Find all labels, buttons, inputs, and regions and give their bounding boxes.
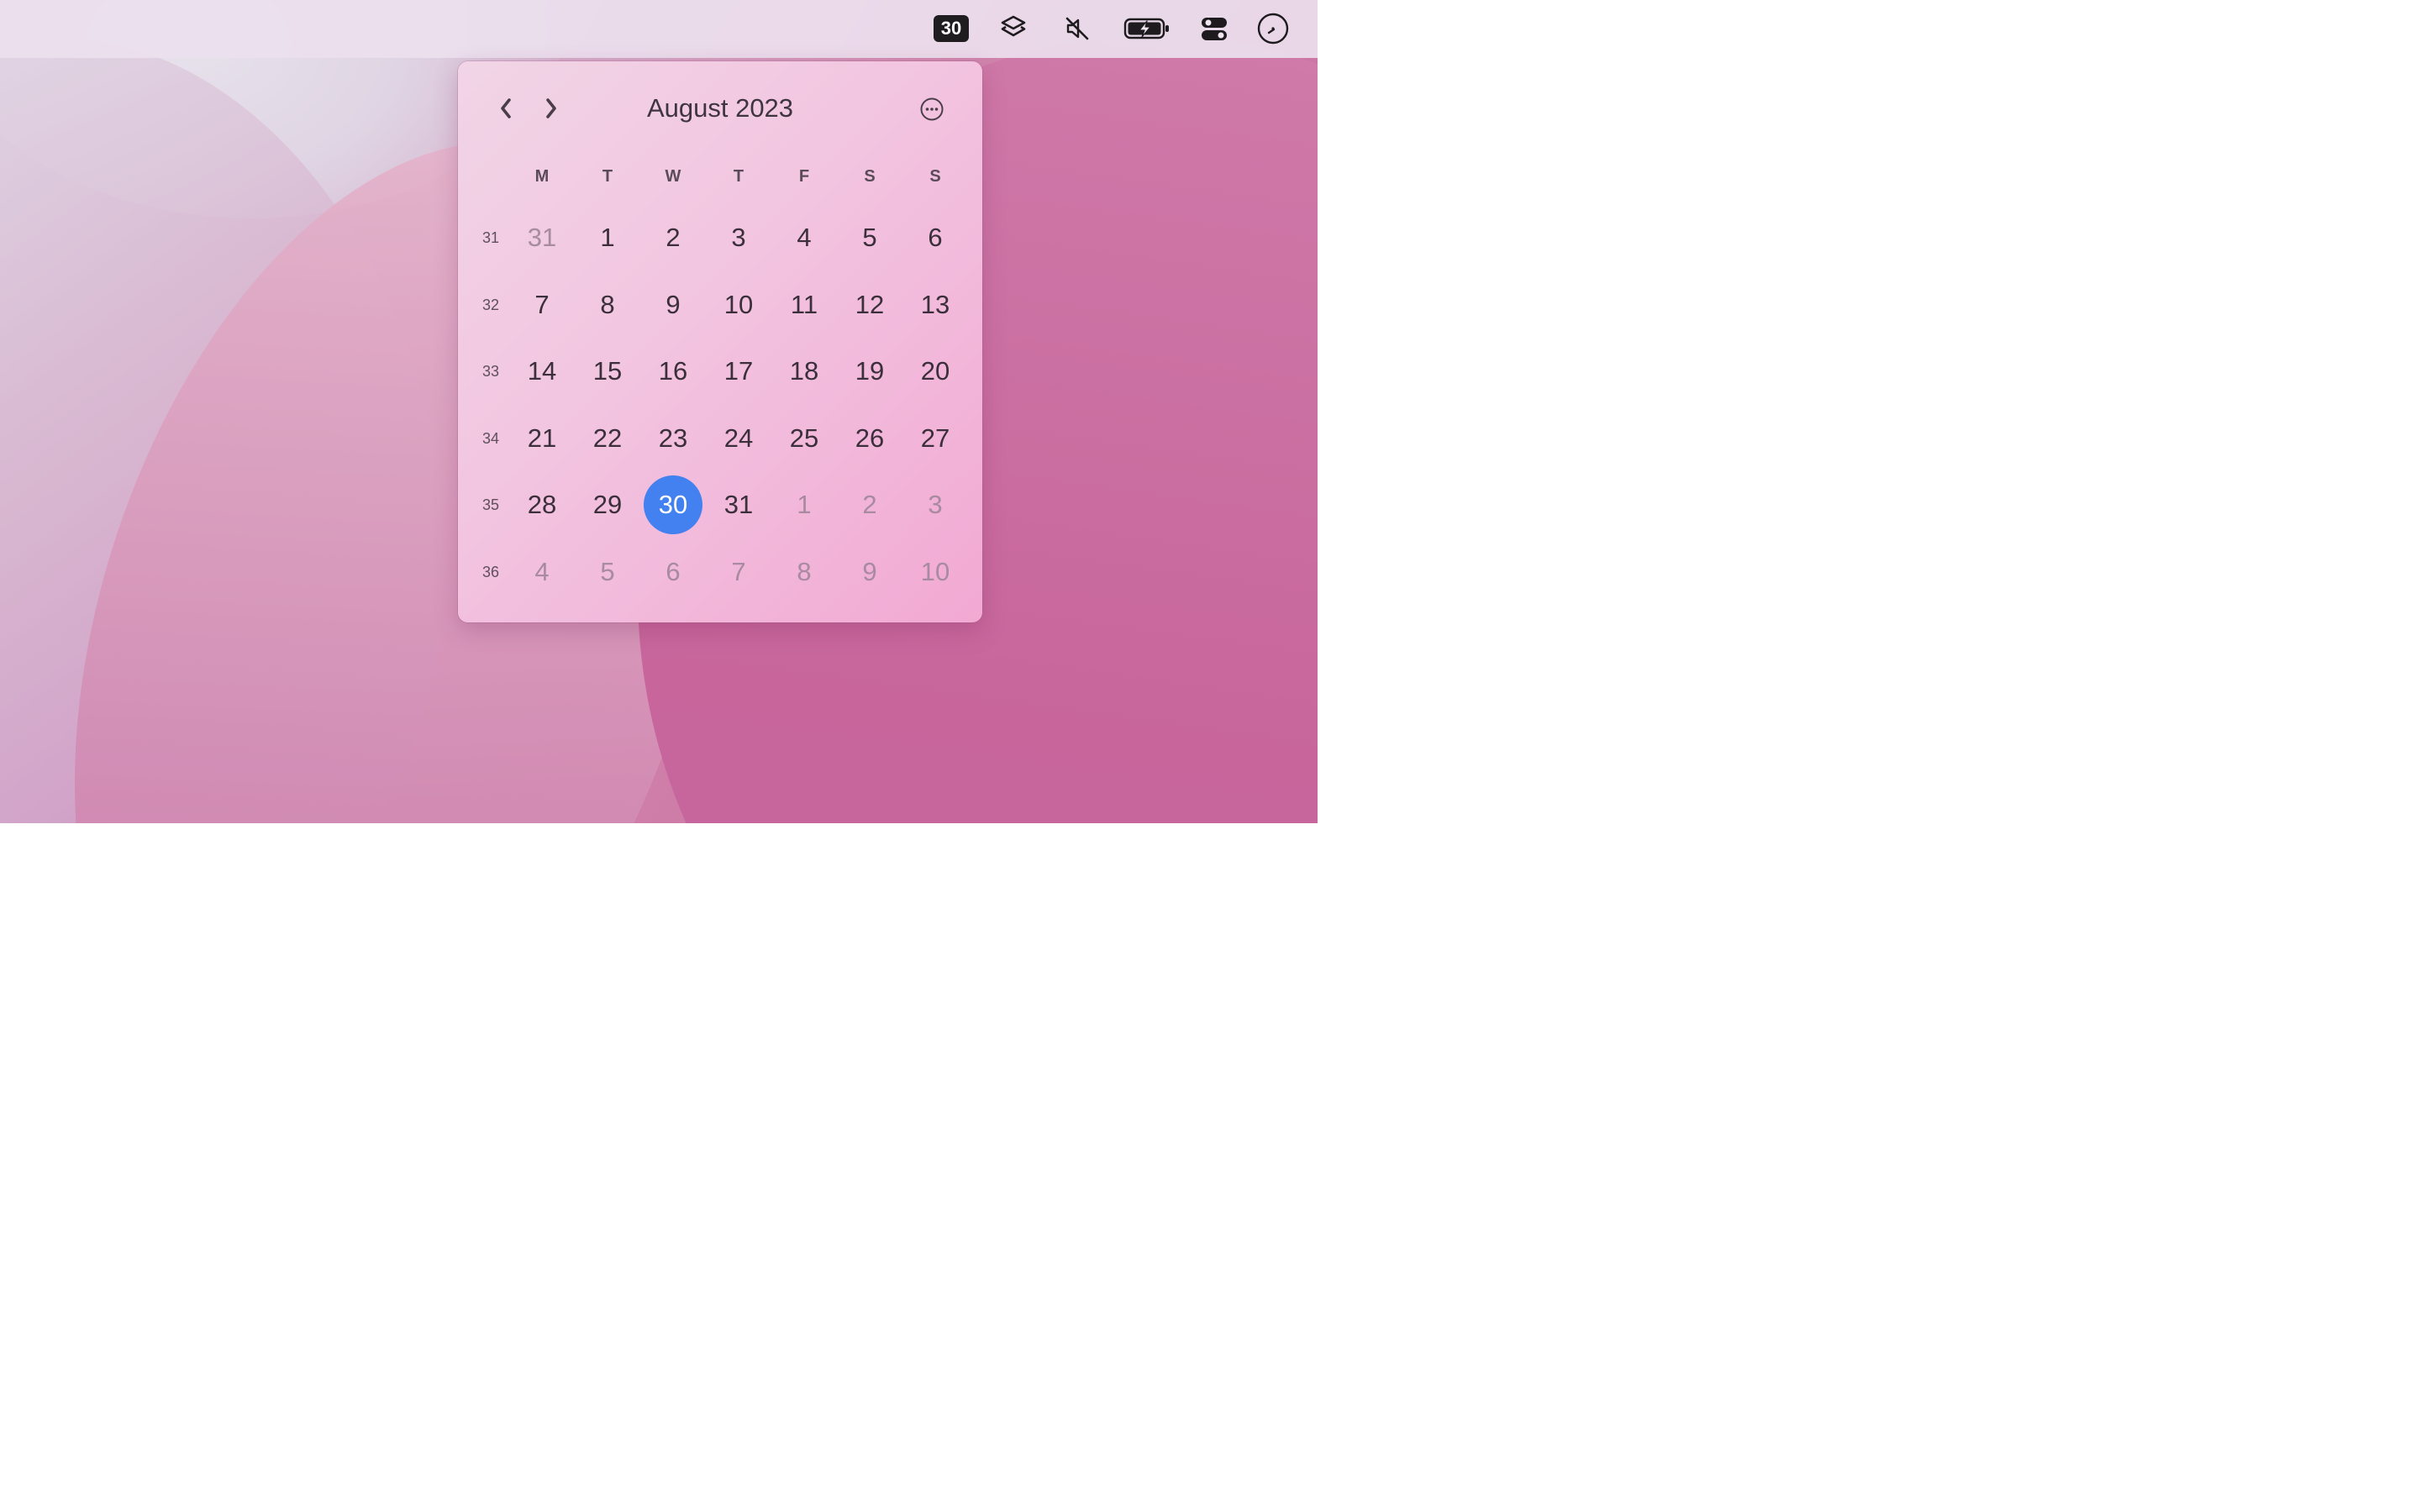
day-cell[interactable]: 26 bbox=[840, 409, 899, 468]
chevron-left-icon bbox=[501, 98, 511, 118]
month-title: August 2023 bbox=[646, 93, 794, 123]
ellipsis-circle-icon bbox=[920, 97, 944, 121]
weekday-label: M bbox=[534, 167, 550, 186]
day-cell[interactable]: 7 bbox=[709, 543, 768, 601]
day-cell[interactable]: 28 bbox=[513, 475, 571, 534]
calendar-popover: August 2023 MTWTFSS 31 31 1 2 3 4 5 6 32 7 8 9 10 11 1… bbox=[458, 61, 982, 622]
day-cell[interactable]: 9 bbox=[644, 276, 702, 334]
day-cell[interactable]: 16 bbox=[644, 342, 702, 401]
day-cell[interactable]: 1 bbox=[578, 208, 637, 267]
day-cell[interactable]: 1 bbox=[775, 475, 834, 534]
day-cell-today[interactable]: 30 bbox=[644, 475, 702, 534]
day-cell[interactable]: 5 bbox=[840, 208, 899, 267]
day-cell[interactable]: 4 bbox=[775, 208, 834, 267]
weekday-label: S bbox=[864, 167, 876, 186]
next-month-button[interactable] bbox=[536, 92, 566, 125]
previous-month-button[interactable] bbox=[491, 92, 521, 125]
day-cell[interactable]: 2 bbox=[840, 475, 899, 534]
layers-icon[interactable] bbox=[997, 12, 1030, 45]
weekday-label: S bbox=[929, 167, 941, 186]
day-cell[interactable]: 13 bbox=[906, 276, 965, 334]
day-cell[interactable]: 10 bbox=[709, 276, 768, 334]
day-cell[interactable]: 21 bbox=[513, 409, 571, 468]
day-cell[interactable]: 11 bbox=[775, 276, 834, 334]
day-cell[interactable]: 8 bbox=[578, 276, 637, 334]
day-cell[interactable]: 27 bbox=[906, 409, 965, 468]
battery-charging-icon[interactable] bbox=[1123, 12, 1171, 45]
mute-icon[interactable] bbox=[1060, 12, 1094, 45]
week-number: 31 bbox=[481, 229, 500, 246]
menu-bar: 30 bbox=[0, 0, 1318, 58]
day-cell[interactable]: 31 bbox=[709, 475, 768, 534]
day-cell[interactable]: 17 bbox=[709, 342, 768, 401]
week-number: 36 bbox=[481, 564, 500, 580]
day-cell[interactable]: 15 bbox=[578, 342, 637, 401]
day-cell[interactable]: 19 bbox=[840, 342, 899, 401]
day-cell[interactable]: 31 bbox=[513, 208, 571, 267]
day-cell[interactable]: 29 bbox=[578, 475, 637, 534]
day-cell[interactable]: 20 bbox=[906, 342, 965, 401]
day-cell[interactable]: 12 bbox=[840, 276, 899, 334]
more-options-button[interactable] bbox=[918, 95, 946, 123]
week-number: 33 bbox=[481, 363, 500, 380]
week-number: 32 bbox=[481, 297, 500, 313]
day-cell[interactable]: 6 bbox=[644, 543, 702, 601]
day-cell[interactable]: 3 bbox=[906, 475, 965, 534]
day-cell[interactable]: 9 bbox=[840, 543, 899, 601]
day-cell[interactable]: 4 bbox=[513, 543, 571, 601]
day-cell[interactable]: 23 bbox=[644, 409, 702, 468]
clock-icon[interactable] bbox=[1255, 12, 1291, 45]
weekday-label: F bbox=[798, 167, 810, 186]
control-center-icon[interactable] bbox=[1198, 12, 1230, 45]
day-cell[interactable]: 25 bbox=[775, 409, 834, 468]
chevron-right-icon bbox=[546, 98, 556, 118]
weekday-header: MTWTFSS bbox=[458, 164, 982, 189]
week-number: 34 bbox=[481, 430, 500, 447]
day-cell[interactable]: 18 bbox=[775, 342, 834, 401]
day-cell[interactable]: 6 bbox=[906, 208, 965, 267]
day-cell[interactable]: 5 bbox=[578, 543, 637, 601]
day-cell[interactable]: 2 bbox=[644, 208, 702, 267]
weekday-label: T bbox=[602, 167, 613, 186]
day-cell[interactable]: 24 bbox=[709, 409, 768, 468]
desktop-wallpaper: 30 August 2023 M T W T F S S 31 31 1 2 3… bbox=[0, 0, 1318, 823]
day-cell[interactable]: 7 bbox=[513, 276, 571, 334]
week-number: 35 bbox=[481, 496, 500, 513]
day-cell[interactable]: 14 bbox=[513, 342, 571, 401]
weekday-label: W bbox=[665, 167, 681, 186]
day-cell[interactable]: 10 bbox=[906, 543, 965, 601]
weekday-label: T bbox=[733, 167, 744, 186]
day-cell[interactable]: 3 bbox=[709, 208, 768, 267]
calendar-date-badge[interactable]: 30 bbox=[934, 15, 969, 42]
day-cell[interactable]: 8 bbox=[775, 543, 834, 601]
day-cell[interactable]: 22 bbox=[578, 409, 637, 468]
